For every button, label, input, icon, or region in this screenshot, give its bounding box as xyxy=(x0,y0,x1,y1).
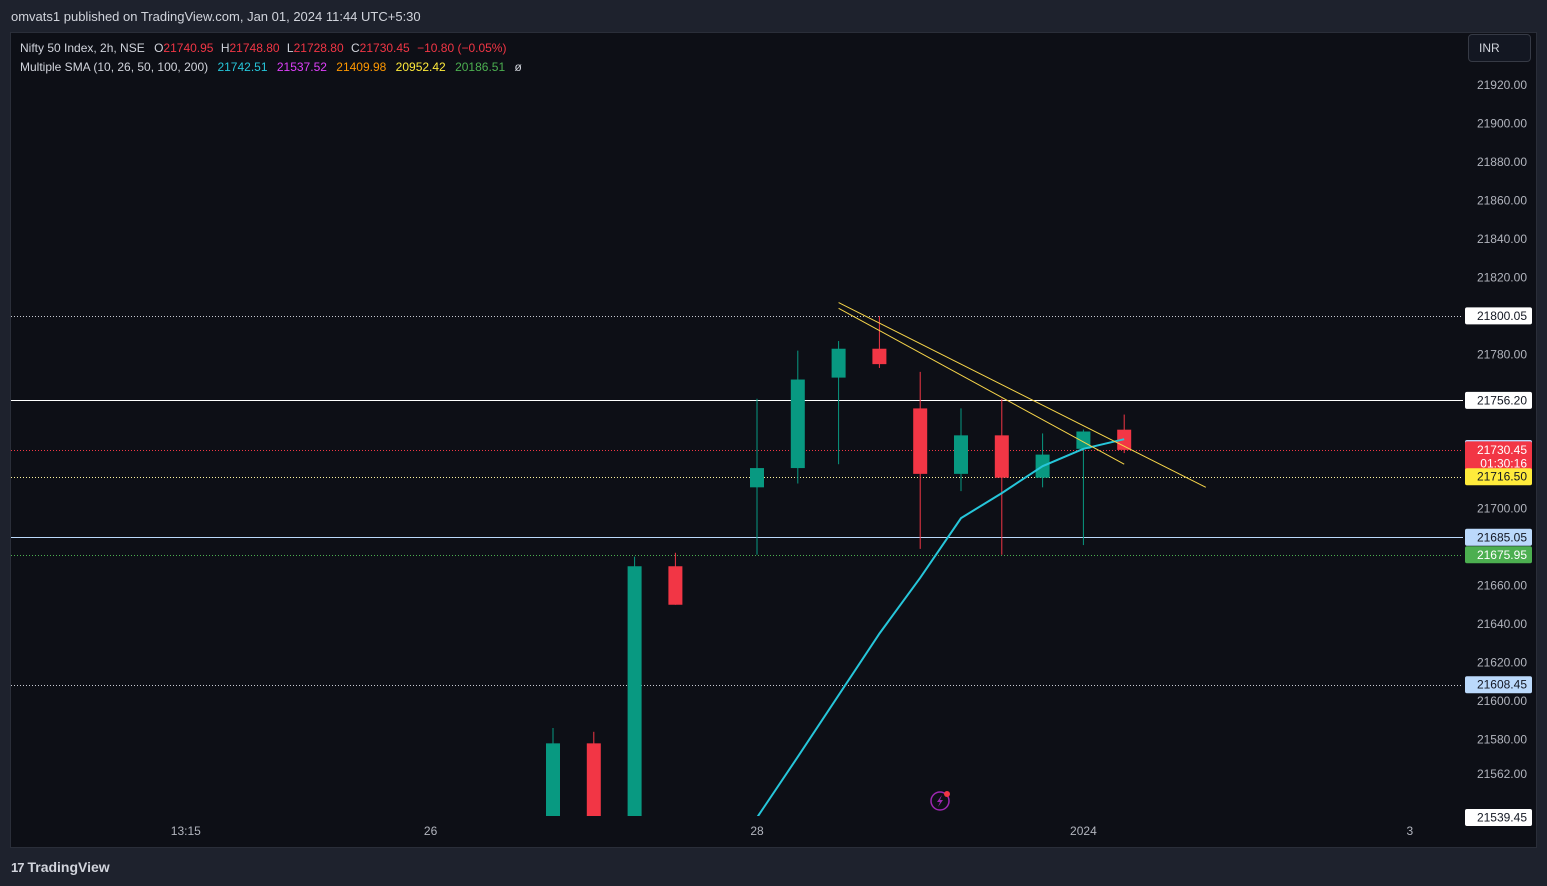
high-label: H xyxy=(220,41,230,55)
candle-body-14[interactable] xyxy=(1076,431,1091,449)
high-value: 21748.80 xyxy=(229,41,280,55)
y-tick-label-2: 21880.00 xyxy=(1477,155,1527,169)
candle-body-11[interactable] xyxy=(954,435,968,474)
candle-body-5[interactable] xyxy=(668,566,683,605)
y-tick-label-5: 21820.00 xyxy=(1477,271,1527,285)
candle-body-4[interactable] xyxy=(627,566,642,817)
y-tick-label-11: 21600.00 xyxy=(1477,694,1527,708)
tradingview-logo[interactable]: 17 TradingView xyxy=(11,859,110,875)
tradingview-logo-icon: 17 xyxy=(11,860,25,875)
trendline-1[interactable] xyxy=(838,307,1125,465)
y-tick-label-1: 21900.00 xyxy=(1477,117,1527,131)
trendline-0[interactable] xyxy=(838,302,1207,488)
x-tick-label-6: 2024 xyxy=(1070,824,1097,838)
candle-body-10[interactable] xyxy=(913,408,928,474)
symbol-name[interactable]: Nifty 50 Index, 2h, NSE xyxy=(20,41,145,55)
lightning-bolt-glyph xyxy=(937,795,943,807)
sma50-value: 21409.98 xyxy=(336,60,387,74)
candle-body-9[interactable] xyxy=(872,348,887,365)
lightning-notification-dot xyxy=(944,791,950,797)
sma100-value: 20952.42 xyxy=(395,60,446,74)
symbol-legend-row: Nifty 50 Index, 2h, NSE O21740.95 H21748… xyxy=(20,39,522,58)
tradingview-logo-text: TradingView xyxy=(27,859,110,875)
sma26-value: 21537.52 xyxy=(276,60,327,74)
y-tick-label-7: 21700.00 xyxy=(1477,502,1527,516)
y-tick-label-4: 21840.00 xyxy=(1477,232,1527,246)
y-tick-label-10: 21620.00 xyxy=(1477,656,1527,670)
x-tick-label-5: 28 xyxy=(750,824,764,838)
price-tag-label-4: 21716.50 xyxy=(1477,470,1527,484)
currency-button[interactable]: INR xyxy=(1468,34,1531,62)
low-label: L xyxy=(286,41,294,55)
y-tick-label-0: 21920.00 xyxy=(1477,78,1527,92)
candles-group xyxy=(546,316,1132,817)
close-label: C xyxy=(351,41,360,55)
sma200-value: 20186.51 xyxy=(455,60,506,74)
y-tick-label-13: 21562.00 xyxy=(1477,767,1527,781)
candle-body-12[interactable] xyxy=(994,435,1009,478)
chart-legend: Nifty 50 Index, 2h, NSE O21740.95 H21748… xyxy=(20,39,522,77)
y-tick-label-6: 21780.00 xyxy=(1477,348,1527,362)
indicator-name[interactable]: Multiple SMA (10, 26, 50, 100, 200) xyxy=(20,60,208,74)
y-tick-label-8: 21660.00 xyxy=(1477,579,1527,593)
price-tag-label-5: 21685.05 xyxy=(1477,530,1527,544)
change-value: −10.80 (−0.05%) xyxy=(417,41,507,55)
close-value: 21730.45 xyxy=(359,41,410,55)
footer-bar: 17 TradingView xyxy=(0,848,1547,886)
price-tag-label-8: 21539.45 xyxy=(1477,811,1527,825)
sma10-value: 21742.51 xyxy=(217,60,268,74)
open-value: 21740.95 xyxy=(163,41,214,55)
sma10-line[interactable] xyxy=(756,438,1125,817)
x-tick-label-3: 13:15 xyxy=(171,824,201,838)
candle-body-6[interactable] xyxy=(750,468,764,488)
price-tag-label-3: 21730.45 xyxy=(1477,443,1527,457)
y-tick-label-3: 21860.00 xyxy=(1477,194,1527,208)
indicator-legend-row: Multiple SMA (10, 26, 50, 100, 200) 2174… xyxy=(20,58,522,77)
x-tick-label-7: 3 xyxy=(1406,824,1413,838)
price-tag-label-7: 21608.45 xyxy=(1477,678,1527,692)
price-tag-label-6: 21675.95 xyxy=(1477,548,1527,562)
y-tick-label-12: 21580.00 xyxy=(1477,733,1527,747)
price-tag-label-0: 21800.05 xyxy=(1477,309,1527,323)
candle-body-3[interactable] xyxy=(586,743,601,817)
price-chart[interactable]: 21920.00 21900.00 21880.00 21860.00 21840.00… xyxy=(0,0,1547,886)
candle-body-7[interactable] xyxy=(790,379,805,469)
null-symbol: ø xyxy=(514,60,522,74)
x-tick-label-4: 26 xyxy=(424,824,438,838)
y-tick-label-9: 21640.00 xyxy=(1477,617,1527,631)
price-tag-label-1: 21756.20 xyxy=(1477,393,1527,407)
candle-body-8[interactable] xyxy=(831,348,846,378)
candle-body-2[interactable] xyxy=(546,743,560,817)
low-value: 21728.80 xyxy=(293,41,344,55)
